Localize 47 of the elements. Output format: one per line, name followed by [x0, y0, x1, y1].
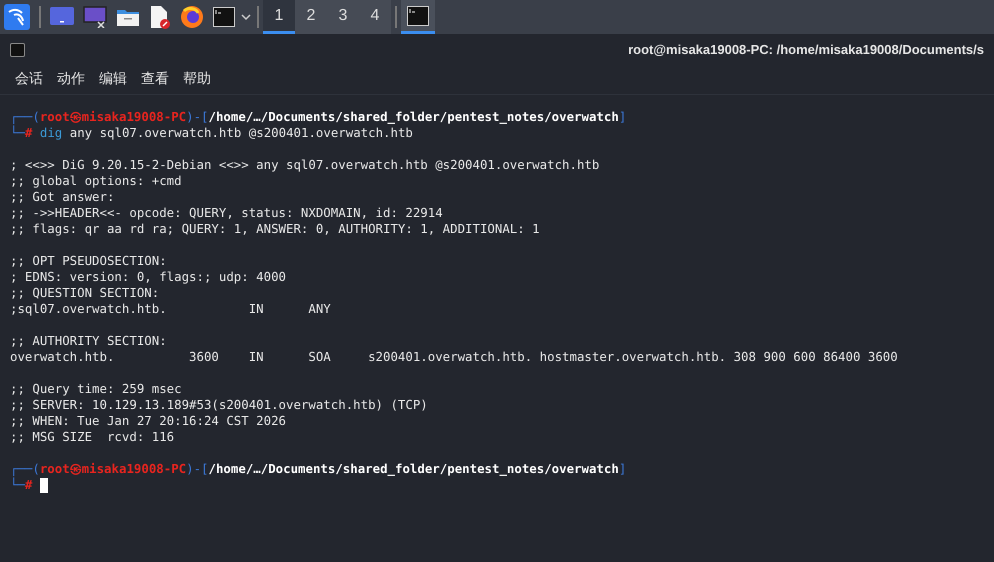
prompt-corner: └─ [10, 477, 25, 493]
output-line: ;; Query time: 259 msec [10, 381, 182, 397]
document-icon[interactable] [149, 5, 171, 29]
output-line: ;; AUTHORITY SECTION: [10, 333, 167, 349]
prompt-path: /home/…/Documents/shared_folder/pentest_notes/overwatch [208, 461, 619, 477]
output-line: ;; flags: qr aa rd ra; QUERY: 1, ANSWER: 0, AUTHORITY: 1, ADDITIONAL: 1 [10, 221, 540, 237]
output-line: ;; ->>HEADER<<- opcode: QUERY, status: NXDOMAIN, id: 22914 [10, 205, 443, 221]
window-title: root@misaka19008-PC: /home/misaka19008/Documents/s [628, 41, 984, 60]
workspace-button[interactable]: 2 [295, 0, 327, 34]
output-line: ;; MSG SIZE rcvd: 116 [10, 429, 174, 445]
prompt-symbol: # [24, 125, 32, 141]
chevron-down-icon[interactable] [241, 13, 251, 21]
output-line: ;; SERVER: 10.129.13.189#53(s200401.overwatch.htb) (TCP) [10, 397, 428, 413]
output-line: ;; Got answer: [10, 189, 114, 205]
folder-icon[interactable] [116, 7, 140, 27]
output-line: overwatch.htb. 3600 IN SOA s200401.overwatch.htb. hostmaster.overwatch.htb. 308 900 600 86400 3600 [10, 349, 898, 365]
prompt-path: /home/…/Documents/shared_folder/pentest_notes/overwatch [208, 109, 619, 125]
output-line: ;; global options: +cmd [10, 173, 182, 189]
command-name: dig [40, 125, 62, 141]
output-line: ; EDNS: version: 0, flags:; udp: 4000 [10, 269, 286, 285]
browser-icon[interactable] [180, 5, 204, 29]
prompt-bracket: ┌──( [10, 109, 40, 125]
output-line: ;; QUESTION SECTION: [10, 285, 160, 301]
prompt-bracket: ] [618, 461, 626, 477]
prompt-bracket: ┌──( [10, 461, 40, 477]
output-line: ;; WHEN: Tue Jan 27 20:16:24 CST 2026 [10, 413, 286, 429]
menu-item[interactable]: 帮助 [183, 68, 211, 88]
terminal-task-button[interactable] [401, 0, 435, 34]
workspace-button[interactable]: 3 [327, 0, 359, 34]
menu-item[interactable]: 查看 [141, 68, 169, 88]
prompt-bracket: )-[ [186, 109, 209, 125]
menu-item[interactable]: 动作 [57, 68, 85, 88]
prompt-user: root㉿misaka19008-PC [40, 109, 186, 125]
output-line: ; <<>> DiG 9.20.15-2-Debian <<>> any sql07.overwatch.htb @s200401.overwatch.htb [10, 157, 600, 173]
prompt-bracket: ] [618, 109, 626, 125]
output-line: ;; OPT PSEUDOSECTION: [10, 253, 167, 269]
workspace-button[interactable]: 1 [263, 0, 295, 34]
prompt-user: root㉿misaka19008-PC [40, 461, 186, 477]
menu-item[interactable]: 编辑 [99, 68, 127, 88]
output-line: ;sql07.overwatch.htb. IN ANY [10, 301, 331, 317]
prompt-corner: └─ [10, 125, 25, 141]
workspace-button[interactable]: 4 [359, 0, 391, 34]
monitor-icon[interactable] [83, 6, 107, 28]
command-args: any sql07.overwatch.htb @s200401.overwatch.htb [68, 125, 413, 141]
menu-item[interactable]: 会话 [15, 68, 43, 88]
prompt-bracket: )-[ [186, 461, 209, 477]
prompt-symbol: # [24, 477, 32, 493]
